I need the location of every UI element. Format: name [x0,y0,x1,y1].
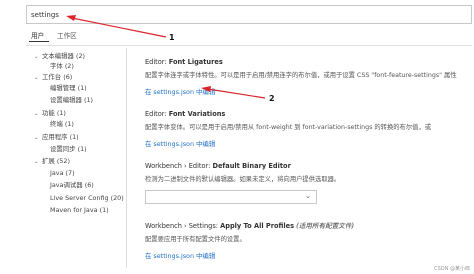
tree-item-extensions[interactable]: ⌄ 扩展 (52) [34,157,70,166]
setting-description: 配置要应用于所有配置文件的设置。 [145,236,246,243]
edit-in-settings-json-link[interactable]: 在 settings.json 中编辑 [145,87,215,96]
setting-font-variations: Editor: Font Variations 配置字体变体。可以是用于启用/禁… [145,110,474,150]
tree-divider [126,48,127,268]
setting-description: 配置字体变体。可以是用于启用/禁用从 font-weight 到 font-va… [145,124,432,131]
chevron-down-icon: ⌄ [305,192,311,200]
setting-title: Workbench › Settings: Apply To All Profi… [145,222,355,230]
annotation-label-2: 2 [269,94,275,103]
tree-item-settings-editor[interactable]: 设置编辑器 (1) [50,96,93,105]
tree-item-live-server-config[interactable]: Live Server Config (20) [50,194,124,203]
tree-item-application[interactable]: ⌄ 应用程序 (1) [34,133,79,142]
tree-item-maven-for-java[interactable]: Maven for Java (1) [50,206,109,215]
tab-workspace[interactable]: 工作区 [57,30,77,40]
setting-title: Editor: Font Variations [145,110,226,118]
setting-default-binary-editor: Workbench › Editor: Default Binary Edito… [145,162,474,183]
tree-item-java[interactable]: Java (7) [50,169,75,178]
tree-item-settings-sync[interactable]: 设置同步 (1) [50,145,87,154]
setting-apply-to-all-profiles: Workbench › Settings: Apply To All Profi… [145,220,474,262]
tree-item-text-editor[interactable]: ⌄ 文本编辑器 (2) [34,52,85,61]
setting-title: Workbench › Editor: Default Binary Edito… [145,162,291,170]
watermark: CSDN @某小郎 [434,266,470,272]
search-box[interactable] [26,5,472,24]
default-binary-editor-select[interactable]: ⌄ [145,190,317,204]
setting-description: 检测为二进制文件的默认编辑器。如果未定义，将向用户提供选取器。 [145,176,341,183]
tree-item-font[interactable]: 字体 (2) [50,62,74,71]
active-tab-indicator [29,41,49,42]
setting-title: Editor: Font Ligatures [145,58,223,66]
chevron-down-icon: ⌄ [34,159,39,165]
annotation-label-1: 1 [169,33,175,42]
tab-user[interactable]: 用户 [31,30,44,40]
edit-in-settings-json-link[interactable]: 在 settings.json 中编辑 [145,139,215,148]
search-input[interactable] [31,7,467,22]
tree-item-workbench[interactable]: ⌄ 工作台 (6) [34,73,72,82]
setting-font-ligatures: Editor: Font Ligatures 配置字体连字或字体特性。可以是用于… [145,58,474,98]
chevron-down-icon: ⌄ [34,111,39,117]
setting-description: 配置字体连字或字体特性。可以是用于启用/禁用连字的布尔值，或用于设置 CSS "… [145,72,457,79]
tabs-divider [26,45,472,46]
chevron-down-icon: ⌄ [34,135,39,141]
tree-item-editor-management[interactable]: 编辑管理 (1) [50,84,87,93]
tree-item-java-debugger[interactable]: Java调试器 (6) [50,181,94,190]
tree-item-features[interactable]: ⌄ 功能 (1) [34,109,66,118]
chevron-down-icon: ⌄ [34,54,39,60]
tree-item-terminal[interactable]: 终端 (1) [50,120,74,129]
chevron-down-icon: ⌄ [34,75,39,81]
edit-in-settings-json-link[interactable]: 在 settings.json 中编辑 [145,251,215,260]
